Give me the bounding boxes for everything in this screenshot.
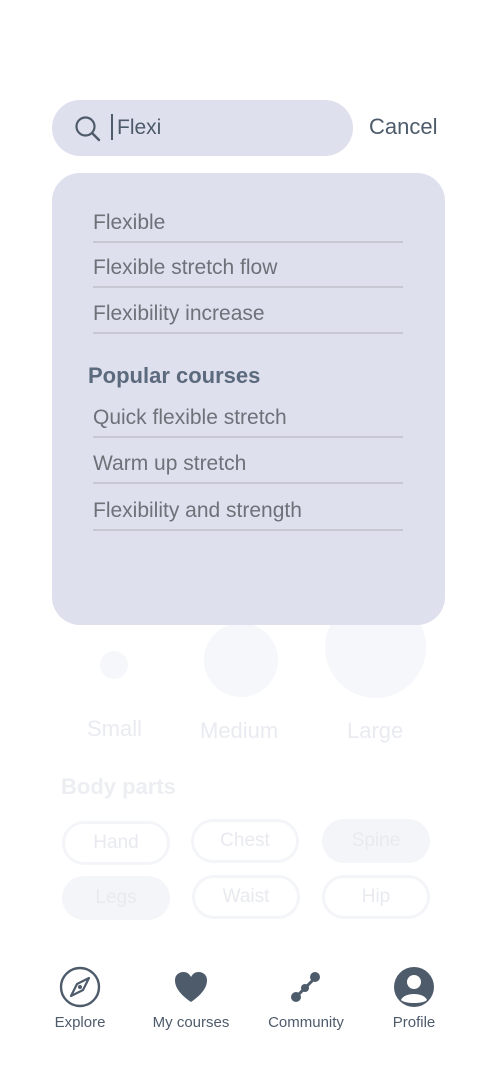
size-large-label: Large (347, 718, 404, 743)
community-icon (285, 966, 327, 1008)
popular-course-item[interactable]: Quick flexible stretch (93, 392, 403, 438)
size-small-circle[interactable] (100, 651, 128, 679)
chip-hand[interactable]: Hand (62, 821, 170, 865)
compass-icon (59, 966, 101, 1008)
popular-course-item[interactable]: Flexibility and strength (93, 485, 403, 531)
search-suggestions-panel: Flexible Flexible stretch flow Flexibili… (52, 173, 445, 625)
suggestion-item[interactable]: Flexible stretch flow (93, 242, 403, 288)
nav-profile[interactable]: Profile (364, 966, 464, 1032)
size-medium-label: Medium (200, 718, 279, 743)
nav-explore-label: Explore (54, 1014, 106, 1031)
chip-spine[interactable]: Spine (322, 819, 430, 863)
text-caret (111, 114, 113, 140)
chip-legs[interactable]: Legs (62, 876, 170, 920)
suggestion-item[interactable]: Flexible (93, 197, 403, 243)
nav-community[interactable]: Community (256, 966, 356, 1032)
cancel-button[interactable]: Cancel (369, 114, 437, 140)
suggestion-item[interactable]: Flexibility increase (93, 288, 403, 334)
nav-community-label: Community (268, 1014, 344, 1031)
chip-chest[interactable]: Chest (191, 819, 299, 863)
popular-course-item[interactable]: Warm up stretch (93, 438, 403, 484)
size-medium-circle[interactable] (204, 623, 278, 697)
nav-profile-label: Profile (392, 1014, 436, 1031)
nav-explore[interactable]: Explore (30, 966, 130, 1032)
profile-icon (393, 966, 435, 1008)
search-input[interactable] (117, 115, 317, 141)
search-icon (74, 115, 101, 142)
popular-courses-title: Popular courses (88, 363, 261, 388)
nav-my-courses[interactable]: My courses (141, 966, 241, 1032)
size-small-label: Small (87, 716, 143, 741)
chip-hip[interactable]: Hip (322, 875, 430, 919)
body-parts-title: Body parts (61, 774, 176, 799)
nav-my-courses-label: My courses (152, 1014, 230, 1031)
chip-waist[interactable]: Waist (192, 875, 300, 919)
heart-icon (170, 966, 212, 1008)
